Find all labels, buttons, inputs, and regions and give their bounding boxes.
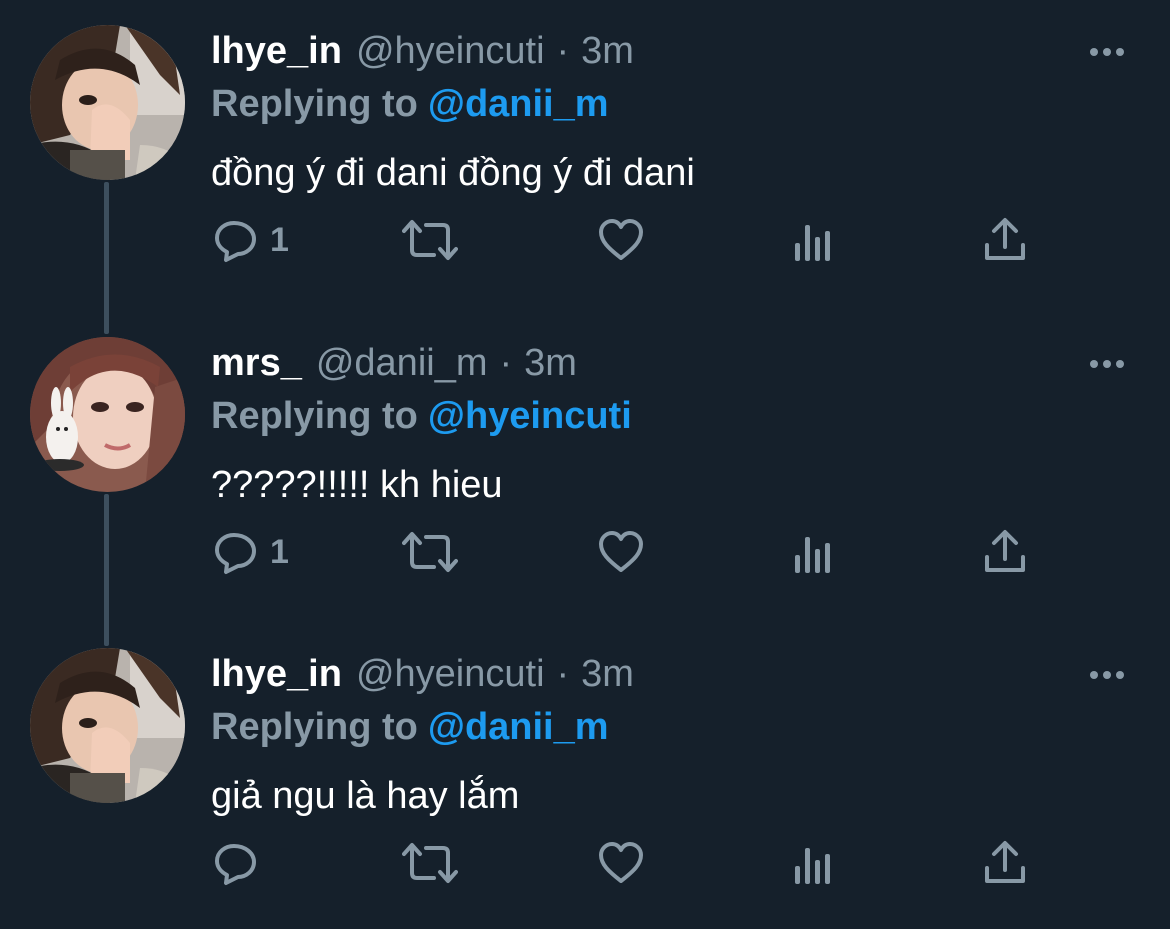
like-button[interactable] (598, 838, 644, 888)
share-icon (985, 530, 1025, 572)
reply-button[interactable]: 1 (214, 527, 289, 577)
timestamp[interactable]: 3m (581, 649, 634, 699)
analytics-icon (795, 848, 830, 884)
more-options-button[interactable] (1080, 35, 1134, 69)
tweet-actions: 1 (0, 215, 1170, 265)
more-icon-dot (1103, 48, 1111, 56)
more-icon-dot (1116, 48, 1124, 56)
more-icon-dot (1103, 671, 1111, 679)
separator: · (556, 30, 570, 72)
reply-mention-link[interactable]: @hyeincuti (428, 395, 632, 437)
display-name[interactable]: mrs_ (211, 338, 302, 388)
more-icon-dot (1103, 360, 1111, 368)
tweet-actions: 1 (0, 527, 1170, 577)
separator: · (499, 342, 513, 384)
replying-to: Replying to @hyeincuti (211, 391, 632, 441)
tweet[interactable]: mrs_ @danii_m · 3m Replying to @hyeincuti… (0, 312, 1170, 622)
more-icon (1090, 360, 1098, 368)
replying-to-label: Replying to (211, 83, 418, 125)
like-button[interactable] (598, 215, 644, 265)
user-handle[interactable]: @danii_m (316, 338, 488, 388)
tweet[interactable]: lhye_in @hyeincuti · 3m Replying to @dani… (0, 0, 1170, 310)
like-button[interactable] (598, 527, 644, 577)
reply-icon (215, 221, 256, 262)
display-name[interactable]: lhye_in (211, 26, 342, 76)
share-icon (985, 218, 1025, 260)
tweet-text: đồng ý đi dani đồng ý đi dani (211, 152, 695, 194)
separator: · (556, 653, 570, 695)
replying-to-label: Replying to (211, 706, 418, 748)
reply-icon (215, 844, 256, 885)
share-button[interactable] (983, 838, 1027, 888)
replying-to-label: Replying to (211, 395, 418, 437)
more-options-button[interactable] (1080, 658, 1134, 692)
analytics-icon (795, 225, 830, 261)
retweet-button[interactable] (402, 838, 458, 888)
tweet-header: mrs_ @danii_m · 3m (211, 338, 577, 388)
more-icon (1090, 671, 1098, 679)
heart-icon (599, 842, 643, 883)
share-button[interactable] (983, 527, 1027, 577)
more-icon (1090, 48, 1098, 56)
tweet-header: lhye_in @hyeincuti · 3m (211, 26, 634, 76)
user-handle[interactable]: @hyeincuti (356, 649, 545, 699)
heart-icon (599, 531, 643, 572)
display-name[interactable]: lhye_in (211, 649, 342, 699)
reply-mention-link[interactable]: @danii_m (428, 706, 609, 748)
reply-mention-link[interactable]: @danii_m (428, 83, 609, 125)
analytics-button[interactable] (793, 527, 833, 577)
replying-to: Replying to @danii_m (211, 702, 609, 752)
reply-count: 1 (270, 220, 289, 259)
tweet-header: lhye_in @hyeincuti · 3m (211, 649, 634, 699)
retweet-button[interactable] (402, 527, 458, 577)
user-handle[interactable]: @hyeincuti (356, 26, 545, 76)
tweet[interactable]: lhye_in @hyeincuti · 3m Replying to @dani… (0, 623, 1170, 929)
reply-button[interactable] (214, 838, 270, 888)
avatar[interactable] (30, 337, 185, 492)
heart-icon (599, 219, 643, 260)
timestamp[interactable]: 3m (581, 26, 634, 76)
tweet-text: ?????!!!!! kh hieu (211, 464, 503, 506)
tweet-thread: lhye_in @hyeincuti · 3m Replying to @dani… (0, 0, 1170, 929)
tweet-text: giả ngu là hay lắm (211, 775, 520, 817)
retweet-icon (402, 220, 458, 260)
share-icon (985, 841, 1025, 883)
timestamp[interactable]: 3m (524, 338, 577, 388)
share-button[interactable] (983, 215, 1027, 265)
retweet-icon (402, 532, 458, 572)
avatar[interactable] (30, 25, 185, 180)
replying-to: Replying to @danii_m (211, 79, 609, 129)
more-icon-dot (1116, 671, 1124, 679)
tweet-actions (0, 838, 1170, 888)
avatar[interactable] (30, 648, 185, 803)
reply-count: 1 (270, 532, 289, 571)
retweet-button[interactable] (402, 215, 458, 265)
more-options-button[interactable] (1080, 347, 1134, 381)
reply-icon (215, 533, 256, 574)
reply-button[interactable]: 1 (214, 215, 289, 265)
analytics-icon (795, 537, 830, 573)
analytics-button[interactable] (793, 215, 833, 265)
retweet-icon (402, 843, 458, 883)
more-icon-dot (1116, 360, 1124, 368)
analytics-button[interactable] (793, 838, 833, 888)
